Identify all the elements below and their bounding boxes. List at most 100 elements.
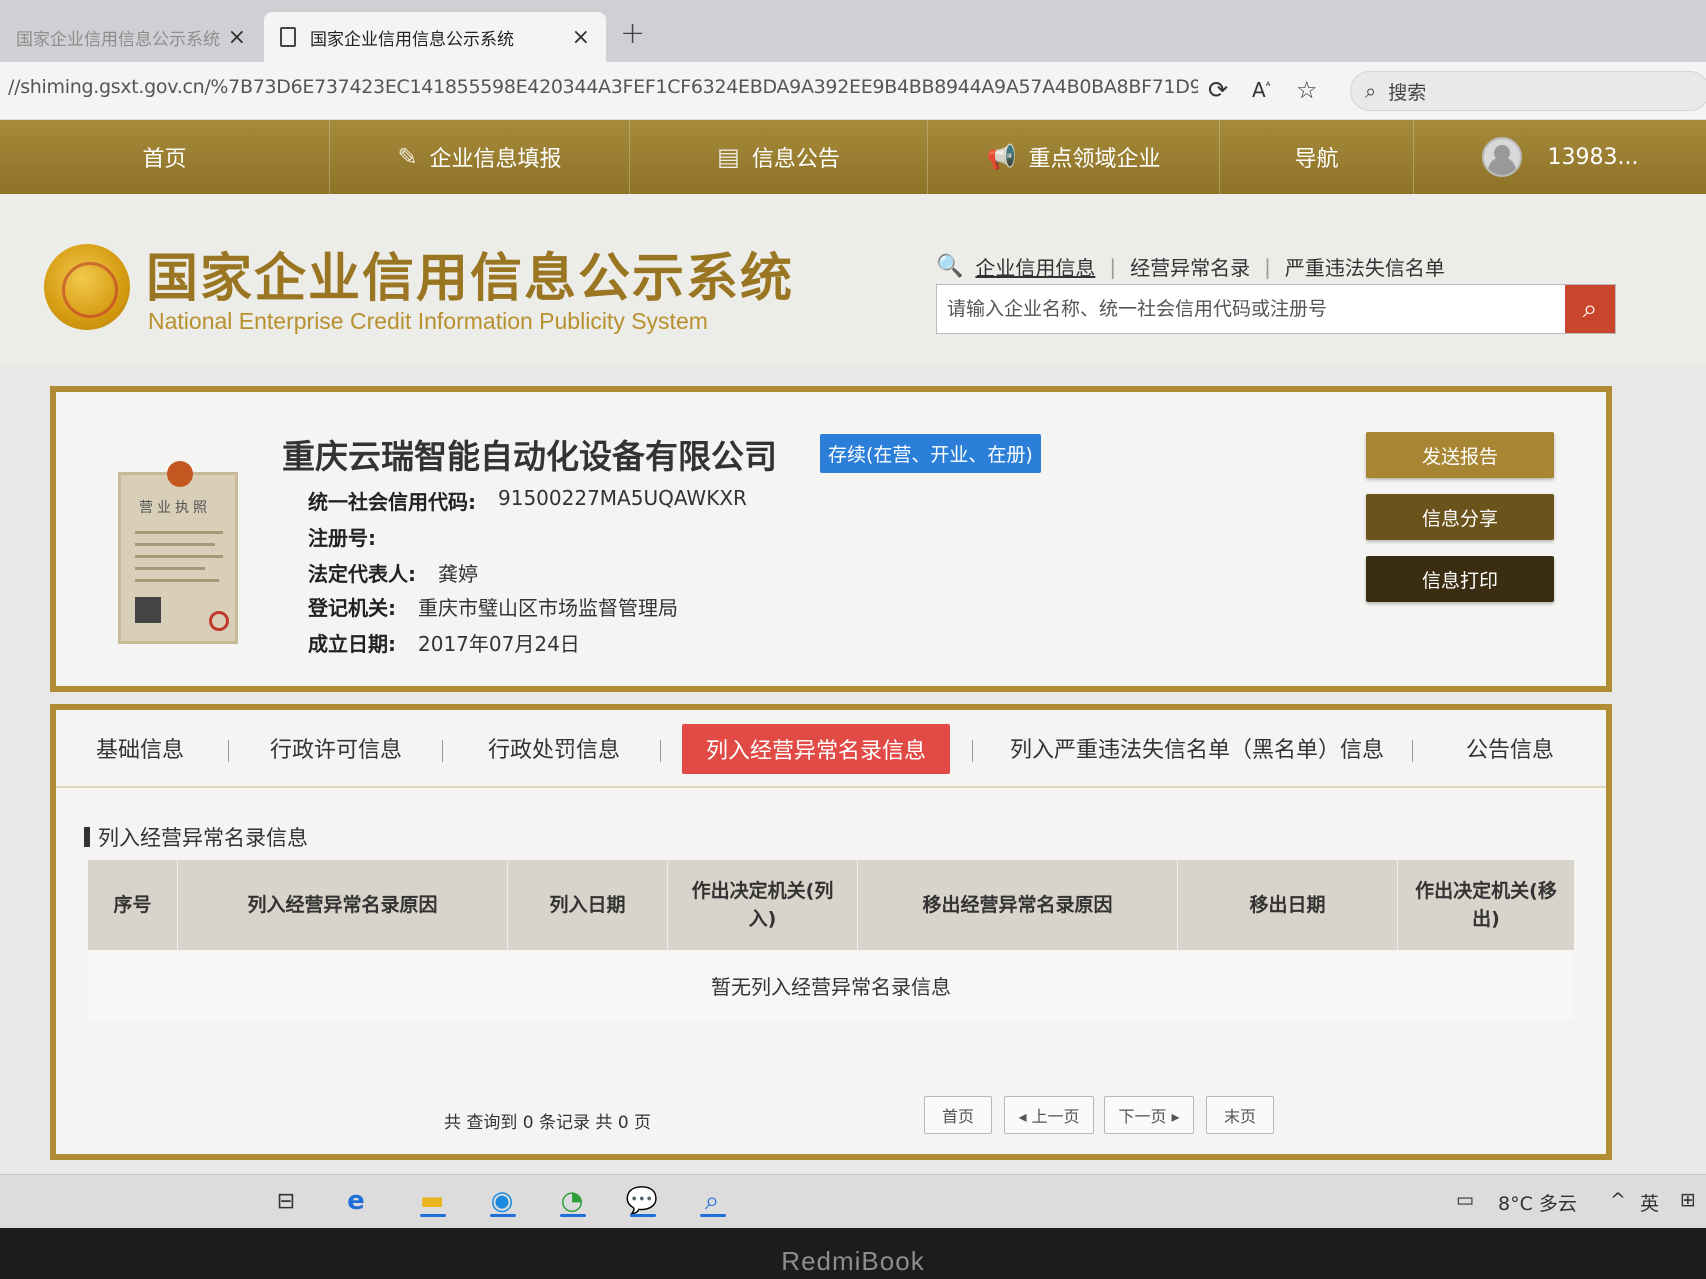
nav-home-label: 首页 bbox=[142, 147, 187, 172]
search-button[interactable]: ⌕ bbox=[1565, 285, 1615, 333]
nav-user[interactable]: 13983... bbox=[1414, 120, 1706, 194]
browser-tabstrip: 国家企业信用信息公示系统 × 国家企业信用信息公示系统 × + bbox=[0, 0, 1706, 62]
link-credit-info[interactable]: 企业信用信息 bbox=[975, 252, 1095, 281]
search-icon: ⌕ bbox=[1582, 293, 1598, 324]
user-name: 13983... bbox=[1547, 144, 1639, 170]
browser-tab-active[interactable]: 国家企业信用信息公示系统 × bbox=[264, 12, 606, 62]
license-title: 营业执照 bbox=[139, 500, 211, 516]
enterprise-search-input[interactable] bbox=[937, 285, 1567, 333]
company-card: 营业执照 重庆云瑞智能自动化设备有限公司 存续(在营、开业、在册) 统一社会信用… bbox=[50, 386, 1612, 692]
last-page-button[interactable]: 末页 bbox=[1206, 1096, 1274, 1134]
edge-browser-icon[interactable]: ◉ bbox=[484, 1183, 520, 1219]
qr-code-icon bbox=[135, 597, 161, 623]
ime-mode-icon[interactable]: ⊞ bbox=[1680, 1189, 1696, 1211]
nav-home[interactable]: 首页 bbox=[0, 120, 330, 194]
nav-guide-label: 导航 bbox=[1294, 147, 1339, 172]
browser-search-placeholder: 搜索 bbox=[1388, 81, 1427, 104]
wechat-icon[interactable]: 💬 bbox=[624, 1183, 660, 1219]
tab-basic-info[interactable]: 基础信息 bbox=[96, 732, 184, 764]
divider bbox=[1412, 740, 1413, 762]
info-tabbar: 基础信息 行政许可信息 行政处罚信息 列入经营异常名录信息 列入严重违法失信名单… bbox=[56, 710, 1606, 788]
first-page-button[interactable]: 首页 bbox=[924, 1096, 992, 1134]
weather-icon[interactable]: ▭ bbox=[1456, 1189, 1474, 1211]
info-tabs-panel: 基础信息 行政许可信息 行政处罚信息 列入经营异常名录信息 列入严重违法失信名单… bbox=[50, 704, 1612, 1160]
file-explorer-icon[interactable]: ▬ bbox=[414, 1183, 450, 1219]
browser-tab-inactive[interactable]: 国家企业信用信息公示系统 × bbox=[0, 12, 262, 62]
send-report-button[interactable]: 发送报告 bbox=[1366, 432, 1554, 478]
field-value: 重庆市璧山区市场监督管理局 bbox=[418, 596, 678, 620]
section-title-text: 列入经营异常名录信息 bbox=[98, 826, 308, 850]
tab-blacklist[interactable]: 列入严重违法失信名单（黑名单）信息 bbox=[1010, 732, 1384, 764]
new-tab-icon[interactable]: + bbox=[620, 16, 645, 51]
print-info-button[interactable]: 信息打印 bbox=[1366, 556, 1554, 602]
field-label: 法定代表人: bbox=[308, 562, 416, 586]
weather-text[interactable]: 8°C 多云 bbox=[1498, 1189, 1577, 1216]
column-header: 列入经营异常名录原因 bbox=[178, 860, 508, 950]
read-aloud-icon[interactable]: Aᴬ bbox=[1252, 78, 1270, 102]
avatar bbox=[1481, 137, 1522, 177]
running-indicator bbox=[630, 1214, 656, 1217]
main-content: 营业执照 重庆云瑞智能自动化设备有限公司 存续(在营、开业、在册) 统一社会信用… bbox=[0, 364, 1706, 1174]
business-license-image[interactable]: 营业执照 bbox=[118, 461, 238, 644]
link-abnormal-list[interactable]: 经营异常名录 bbox=[1130, 252, 1250, 281]
nav-enterprise-report-label: 企业信息填报 bbox=[429, 147, 562, 172]
field-established-date: 成立日期: 2017年07月24日 bbox=[308, 628, 580, 657]
field-value: 91500227MA5UQAWKXR bbox=[498, 486, 747, 510]
close-icon[interactable]: × bbox=[220, 25, 246, 50]
divider: | bbox=[1109, 254, 1117, 279]
status-badge: 存续(在营、开业、在册) bbox=[820, 434, 1041, 473]
input-method-label[interactable]: 英 bbox=[1640, 1189, 1659, 1216]
address-bar: //shiming.gsxt.gov.cn/%7B73D6E737423EC14… bbox=[0, 62, 1706, 120]
license-line bbox=[135, 579, 219, 582]
license-line bbox=[135, 531, 223, 534]
nav-guide[interactable]: 导航 bbox=[1220, 120, 1414, 194]
browser-search-box[interactable]: ⌕ 搜索 bbox=[1350, 71, 1706, 111]
record-summary: 共 查询到 0 条记录 共 0 页 bbox=[444, 1113, 652, 1133]
close-icon[interactable]: × bbox=[564, 25, 590, 50]
task-view-icon[interactable]: ⊟ bbox=[268, 1183, 304, 1219]
abnormal-list-table: 序号 列入经营异常名录原因 列入日期 作出决定机关(列入) 移出经营异常名录原因… bbox=[88, 860, 1574, 1020]
license-line bbox=[135, 567, 205, 570]
tab-announcements[interactable]: 公告信息 bbox=[1466, 732, 1554, 764]
favorite-star-icon[interactable]: ☆ bbox=[1296, 76, 1318, 104]
field-value: 龚婷 bbox=[438, 562, 478, 586]
link-blacklist[interactable]: 严重违法失信名单 bbox=[1285, 252, 1445, 281]
next-page-button[interactable]: 下一页 ▸ bbox=[1104, 1096, 1194, 1134]
nav-announcements[interactable]: ▤ 信息公告 bbox=[630, 120, 928, 194]
device-brand: RedmiBook bbox=[781, 1246, 925, 1276]
refresh-icon[interactable]: ⟳ bbox=[1208, 76, 1228, 104]
field-registration-no: 注册号: bbox=[308, 522, 398, 551]
search-icon: ⌕ bbox=[1365, 79, 1377, 103]
chevron-up-icon[interactable]: ^ bbox=[1610, 1189, 1626, 1211]
search-app-icon[interactable]: ⌕ bbox=[694, 1183, 730, 1219]
tab-admin-license[interactable]: 行政许可信息 bbox=[270, 732, 402, 764]
nav-key-sectors[interactable]: 📢 重点领域企业 bbox=[928, 120, 1220, 194]
field-legal-rep: 法定代表人: 龚婷 bbox=[308, 558, 478, 587]
license-line bbox=[135, 555, 223, 558]
site-nav: 首页 ✎ 企业信息填报 ▤ 信息公告 📢 重点领域企业 导航 13983... bbox=[0, 120, 1706, 194]
divider bbox=[972, 740, 973, 762]
column-header: 列入日期 bbox=[508, 860, 668, 950]
app-green-icon[interactable]: ◔ bbox=[554, 1183, 590, 1219]
field-registration-authority: 登记机关: 重庆市璧山区市场监督管理局 bbox=[308, 592, 678, 621]
nav-enterprise-report[interactable]: ✎ 企业信息填报 bbox=[330, 120, 630, 194]
field-label: 成立日期: bbox=[308, 632, 396, 656]
prev-page-button[interactable]: ◂ 上一页 bbox=[1004, 1096, 1094, 1134]
ie-browser-icon[interactable]: e bbox=[338, 1183, 374, 1219]
divider bbox=[442, 740, 443, 762]
red-stamp-icon bbox=[209, 611, 229, 631]
enterprise-search: ⌕ bbox=[936, 284, 1616, 334]
tab-title: 国家企业信用信息公示系统 bbox=[310, 29, 514, 50]
tab-abnormal-list[interactable]: 列入经营异常名录信息 bbox=[682, 724, 951, 774]
share-info-button[interactable]: 信息分享 bbox=[1366, 494, 1554, 540]
running-indicator bbox=[420, 1214, 446, 1217]
company-name: 重庆云瑞智能自动化设备有限公司 bbox=[282, 437, 777, 476]
table-header: 序号 列入经营异常名录原因 列入日期 作出决定机关(列入) 移出经营异常名录原因… bbox=[88, 860, 1574, 950]
url-field[interactable]: //shiming.gsxt.gov.cn/%7B73D6E737423EC14… bbox=[8, 76, 1198, 98]
divider bbox=[228, 740, 229, 762]
field-credit-code: 统一社会信用代码: 91500227MA5UQAWKXR bbox=[308, 486, 747, 515]
tab-admin-penalty[interactable]: 行政处罚信息 bbox=[488, 732, 620, 764]
column-header: 序号 bbox=[88, 860, 178, 950]
column-header: 作出决定机关(列入) bbox=[668, 860, 858, 950]
column-header: 移出日期 bbox=[1178, 860, 1398, 950]
